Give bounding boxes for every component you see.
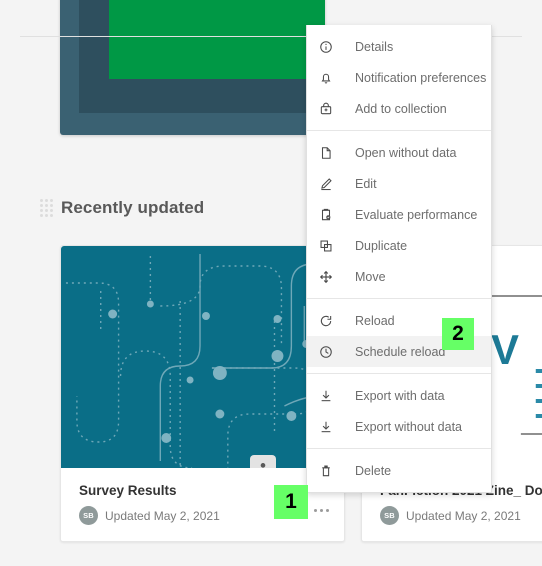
menu-item-duplicate[interactable]: Duplicate xyxy=(307,230,491,261)
annotation-badge-2: 2 xyxy=(442,318,474,350)
menu-item-label: Details xyxy=(355,39,394,54)
menu-item-label: Export without data xyxy=(355,419,463,434)
menu-item-open-without-data[interactable]: Open without data xyxy=(307,137,491,168)
hero-green-block xyxy=(109,0,325,79)
updated-timestamp: Updated May 2, 2021 xyxy=(105,508,220,523)
menu-item-label: Schedule reload xyxy=(355,344,446,359)
menu-item-label: Duplicate xyxy=(355,238,408,253)
document-icon xyxy=(319,145,341,161)
menu-item-label: Notification preferences xyxy=(355,70,487,85)
menu-item-label: Add to collection xyxy=(355,101,447,116)
menu-divider xyxy=(307,298,491,299)
menu-item-details[interactable]: Details xyxy=(307,31,491,62)
info-circle-icon xyxy=(319,39,341,55)
context-menu: Details Notification preferences Add to … xyxy=(306,25,492,493)
menu-item-label: Move xyxy=(355,269,386,284)
person-icon xyxy=(260,463,266,468)
app-root: Recently updated Survey Results SB Updat… xyxy=(0,0,542,566)
menu-item-label: Open without data xyxy=(355,145,457,160)
download-icon xyxy=(319,419,341,435)
svg-text:V: V xyxy=(491,326,519,373)
clock-icon xyxy=(319,344,341,360)
menu-item-evaluate-performance[interactable]: Evaluate performance xyxy=(307,199,491,230)
menu-item-label: Evaluate performance xyxy=(355,207,478,222)
collection-box-icon xyxy=(319,101,341,117)
duplicate-icon xyxy=(319,238,341,254)
avatar-initials: SB xyxy=(79,506,98,525)
hero-preview-card[interactable] xyxy=(60,0,325,135)
menu-divider xyxy=(307,130,491,131)
hero-inner-frame xyxy=(79,0,325,113)
menu-group: Delete xyxy=(307,455,491,486)
more-options-icon[interactable] xyxy=(310,501,332,519)
pencil-icon xyxy=(319,176,341,192)
menu-group: Export with data Export without data xyxy=(307,380,491,442)
menu-item-label: Reload xyxy=(355,313,395,328)
menu-divider xyxy=(307,373,491,374)
clipboard-check-icon xyxy=(319,207,341,223)
updated-timestamp: Updated May 2, 2021 xyxy=(406,508,521,523)
network-pattern-icon xyxy=(65,254,344,468)
drag-dots-icon[interactable] xyxy=(40,199,54,217)
avatar xyxy=(250,455,276,468)
menu-item-add-to-collection[interactable]: Add to collection xyxy=(307,93,491,124)
menu-item-export-without-data[interactable]: Export without data xyxy=(307,411,491,442)
menu-item-edit[interactable]: Edit xyxy=(307,168,491,199)
bell-icon xyxy=(319,70,341,86)
menu-item-label: Export with data xyxy=(355,388,445,403)
menu-item-label: Edit xyxy=(355,176,377,191)
menu-group: Open without data Edit Evaluate performa… xyxy=(307,137,491,292)
menu-divider xyxy=(307,448,491,449)
move-arrows-icon xyxy=(319,269,341,285)
trash-icon xyxy=(319,463,341,479)
menu-group: Details Notification preferences Add to … xyxy=(307,31,491,124)
menu-item-notification-preferences[interactable]: Notification preferences xyxy=(307,62,491,93)
menu-item-move[interactable]: Move xyxy=(307,261,491,292)
avatar-initials: SB xyxy=(380,506,399,525)
card-meta: SB Updated May 2, 2021 xyxy=(380,506,542,525)
card-thumbnail[interactable] xyxy=(61,246,344,468)
reload-icon xyxy=(319,313,341,329)
download-icon xyxy=(319,388,341,404)
menu-item-delete[interactable]: Delete xyxy=(307,455,491,486)
annotation-badge-1: 1 xyxy=(274,485,308,519)
menu-item-export-with-data[interactable]: Export with data xyxy=(307,380,491,411)
page-title: Recently updated xyxy=(61,198,205,217)
menu-item-label: Delete xyxy=(355,463,392,478)
